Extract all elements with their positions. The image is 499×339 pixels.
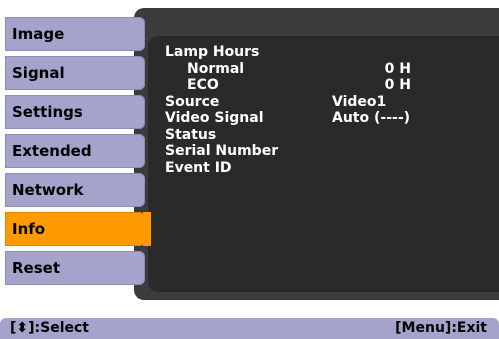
menu-item-info[interactable]: Info <box>5 212 151 246</box>
source-label: Source <box>165 93 220 110</box>
eco-label: ECO <box>187 77 219 93</box>
exit-hint: [Menu]:Exit <box>395 320 487 336</box>
menu-item-image[interactable]: Image <box>5 17 145 51</box>
footer-help-bar: [⬍]:Select [Menu]:Exit <box>0 318 499 339</box>
event-id-label: Event ID <box>165 159 232 176</box>
video-signal-label: Video Signal <box>165 110 264 126</box>
serial-number-label: Serial Number <box>165 143 279 159</box>
lamp-hours-label: Lamp Hours <box>165 44 260 60</box>
projector-osd: Image Signal Settings Extended Network I… <box>0 0 499 339</box>
status-label: Status <box>165 126 217 143</box>
normal-value: 0 H <box>384 60 411 77</box>
menu-item-network[interactable]: Network <box>5 173 145 207</box>
eco-value: 0 H <box>384 77 411 93</box>
normal-label: Normal <box>187 60 245 77</box>
menu-item-reset[interactable]: Reset <box>5 251 145 285</box>
menu-item-extended[interactable]: Extended <box>5 134 145 168</box>
menu-item-settings[interactable]: Settings <box>5 95 145 129</box>
menu-item-signal[interactable]: Signal <box>5 56 145 90</box>
select-hint: [⬍]:Select <box>10 320 89 336</box>
video-signal-value: Auto (----) <box>332 110 411 126</box>
source-value: Video1 <box>332 93 387 110</box>
